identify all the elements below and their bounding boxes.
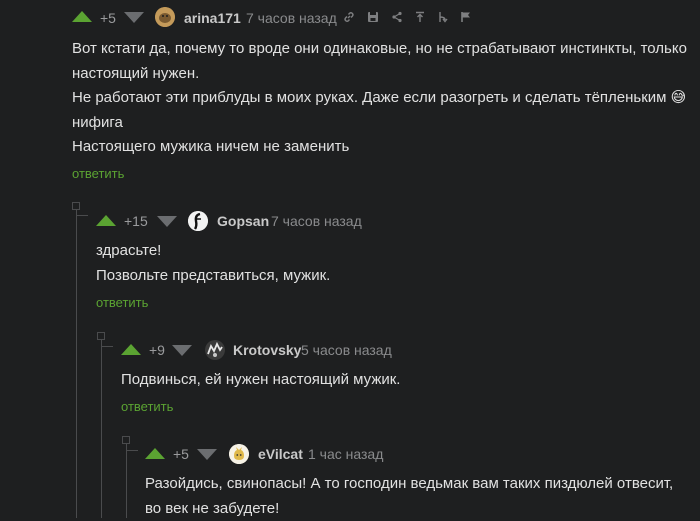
go-to-top-icon[interactable] [413, 11, 427, 26]
emoji-icon: 😅 [671, 89, 687, 106]
link-icon[interactable] [342, 11, 356, 26]
thread-line[interactable] [76, 206, 77, 518]
comment-line: настоящий нужен. [72, 62, 692, 87]
upvote-icon[interactable] [145, 448, 165, 459]
thread-line[interactable] [101, 336, 102, 518]
avatar[interactable] [155, 7, 175, 27]
branch-icon[interactable] [436, 11, 450, 26]
thread-connector [76, 215, 88, 216]
collapse-thread-icon[interactable] [72, 202, 80, 210]
timestamp[interactable]: 1 час назад [308, 446, 383, 462]
downvote-icon[interactable] [197, 449, 217, 460]
timestamp[interactable]: 7 часов назад [246, 10, 337, 26]
reply-link[interactable]: ответить [72, 166, 124, 181]
comment-line: Позвольте представиться, мужик. [96, 264, 686, 289]
collapse-thread-icon[interactable] [122, 436, 130, 444]
thread-connector [126, 450, 138, 451]
author-name[interactable]: Gopsan [217, 213, 269, 229]
comment-line-text: Не работают эти приблуды в моих руках. Д… [72, 89, 666, 106]
reply-link[interactable]: ответить [121, 399, 173, 414]
share-icon[interactable] [390, 11, 404, 26]
comment-body: Подвинься, ей нужен настоящий мужик. [121, 368, 681, 393]
downvote-icon[interactable] [157, 216, 177, 227]
rating: +15 [124, 213, 148, 229]
comment-line: Разойдись, свинопасы! А то господин ведь… [145, 472, 695, 497]
thread-connector [101, 346, 113, 347]
comment-line: Вот кстати да, почему то вроде они одина… [72, 37, 692, 62]
thread-line[interactable] [126, 440, 127, 518]
comment-line: во век не забудете! [145, 497, 695, 521]
timestamp[interactable]: 5 часов назад [301, 342, 392, 358]
avatar[interactable] [229, 444, 249, 464]
author-name[interactable]: arina171 [184, 10, 241, 26]
timestamp[interactable]: 7 часов назад [271, 213, 362, 229]
flag-icon[interactable] [459, 11, 473, 26]
upvote-icon[interactable] [121, 344, 141, 355]
downvote-icon[interactable] [172, 345, 192, 356]
comment-line: здрасьте! [96, 239, 686, 264]
rating: +9 [149, 342, 165, 358]
reply-link[interactable]: ответить [96, 295, 148, 310]
upvote-icon[interactable] [96, 215, 116, 226]
comment-line: Настоящего мужика ничем не заменить [72, 135, 692, 160]
comment-line: Не работают эти приблуды в моих руках. Д… [72, 86, 692, 111]
collapse-thread-icon[interactable] [97, 332, 105, 340]
comment-body: Разойдись, свинопасы! А то господин ведь… [145, 472, 695, 521]
comment-line: Подвинься, ей нужен настоящий мужик. [121, 368, 681, 393]
upvote-icon[interactable] [72, 11, 92, 22]
comment-body: Вот кстати да, почему то вроде они одина… [72, 37, 692, 160]
author-name[interactable]: eVilcat [258, 446, 303, 462]
rating: +5 [173, 446, 189, 462]
comment-body: здрасьте! Позвольте представиться, мужик… [96, 239, 686, 288]
rating: +5 [100, 10, 116, 26]
avatar[interactable] [188, 211, 208, 231]
author-name[interactable]: Krotovsky [233, 342, 301, 358]
avatar[interactable] [205, 340, 225, 360]
comment-line: нифига [72, 111, 692, 136]
downvote-icon[interactable] [124, 12, 144, 23]
save-icon[interactable] [366, 11, 380, 26]
